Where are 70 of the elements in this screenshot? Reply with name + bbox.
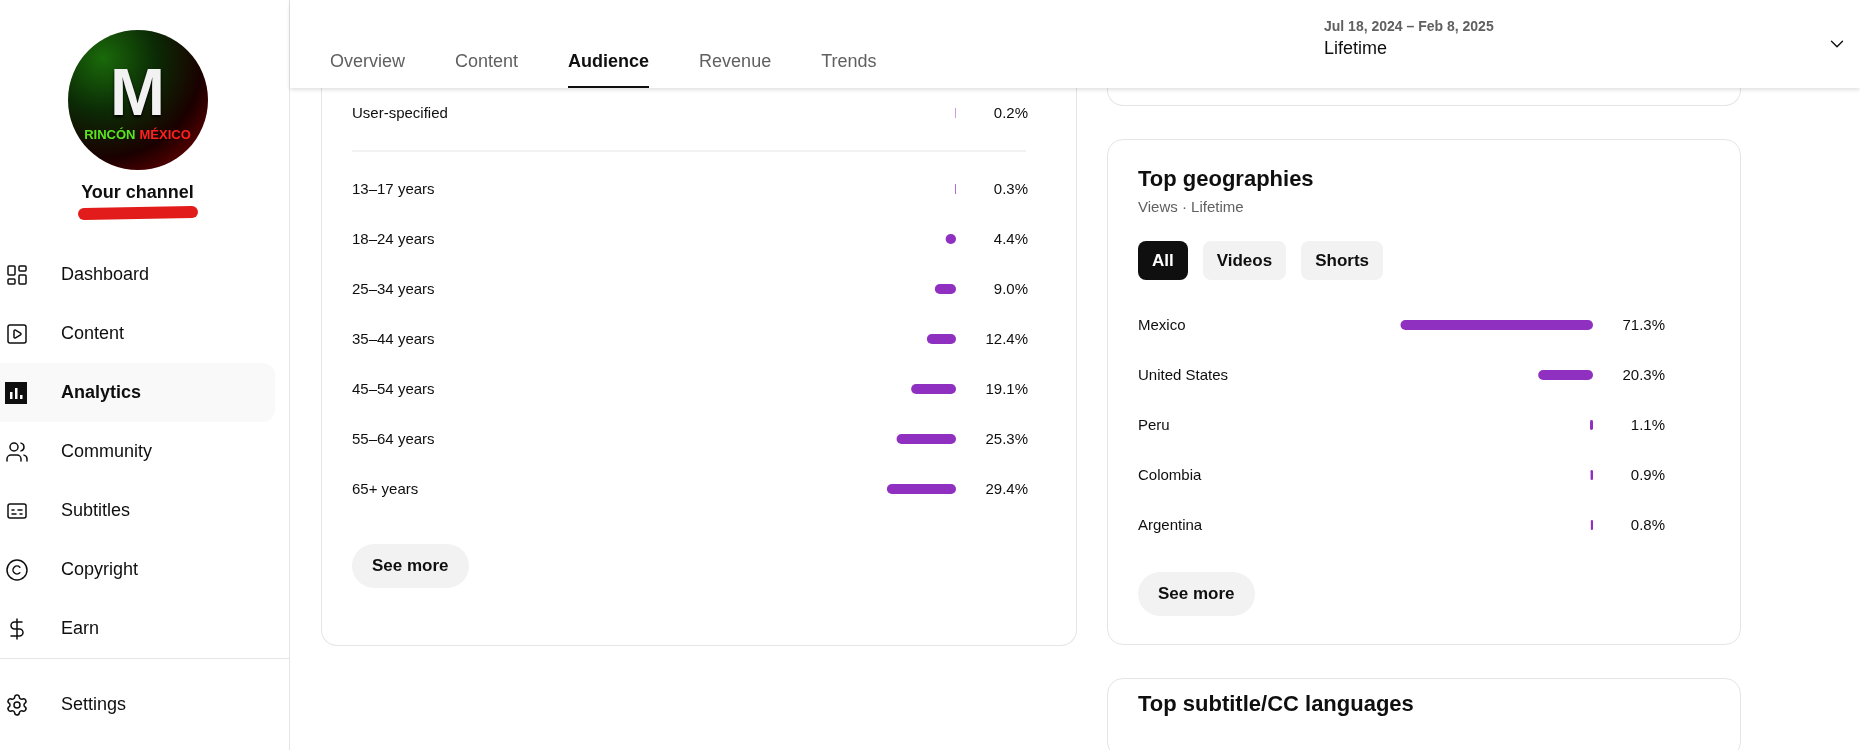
channel-logo[interactable]: M RINCÓN MÉXICO [67,30,208,170]
category-label: 45–54 years [352,380,435,397]
value-label: 0.8% [1630,516,1665,533]
nav-item[interactable]: Community [0,422,275,481]
bar-chart-icon [5,381,27,404]
category-label: Colombia [1138,466,1202,483]
category-label: 55–64 years [352,430,435,447]
bar [911,384,956,394]
category-label: United States [1138,366,1229,383]
value-label: 29.4% [985,480,1028,497]
card-title: Top geographies [1138,166,1315,192]
bar [1538,370,1593,380]
value-label: 0.9% [1630,466,1665,483]
settings-item[interactable]: Settings [0,674,275,735]
filter-chip[interactable]: All [1138,241,1188,280]
period-label: Lifetime [1324,37,1389,59]
value-label: 4.4% [993,230,1028,247]
value-label: 12.4% [985,330,1028,347]
nav-item[interactable]: Analytics [0,363,275,422]
category-label: 18–24 years [352,230,435,247]
dashboard-icon [5,262,29,287]
bar [896,434,956,444]
tab[interactable]: Trends [821,51,877,88]
card-subtitle: Views · Lifetime [1138,198,1245,215]
category-label: User-specified [352,104,448,121]
settings-icon [5,692,29,717]
logo-letter: M [110,58,165,125]
bar [1590,520,1593,530]
filter-chip[interactable]: Videos [1202,241,1287,280]
tab[interactable]: Audience [568,51,650,88]
value-label: 71.3% [1622,316,1665,333]
see-more-button[interactable]: See more [352,544,469,588]
value-label: 20.3% [1622,366,1665,383]
category-label: 65+ years [352,480,419,497]
bar [945,234,956,244]
value-label: 0.3% [993,180,1028,197]
copyright-icon [5,557,29,582]
tab[interactable]: Content [455,51,519,88]
bar [1590,420,1593,430]
date-range: Jul 18, 2024 – Feb 8, 2025 [1324,17,1495,34]
logo-word: MÉXICO [139,126,191,142]
bar [934,284,956,294]
tab[interactable]: Overview [330,51,405,88]
channel-label: Your channel [81,182,194,203]
nav-item[interactable]: Content [0,304,275,363]
category-label: Mexico [1138,316,1186,333]
see-more-button[interactable]: See more [1138,572,1255,616]
nav-item[interactable]: Earn [0,599,275,658]
nav-item[interactable]: Subtitles [0,481,275,540]
bar [926,334,956,344]
category-label: 25–34 years [352,280,435,297]
tab[interactable]: Revenue [699,51,772,88]
value-label: 0.2% [993,104,1028,121]
nav-item[interactable]: Dashboard [0,245,275,304]
value-label: 25.3% [985,430,1028,447]
category-label: 13–17 years [352,180,435,197]
category-label: Peru [1138,416,1170,433]
value-label: 9.0% [993,280,1028,297]
bar [886,484,956,494]
logo-word: RINCÓN [84,126,136,142]
value-label: 1.1% [1630,416,1665,433]
people-icon [5,439,29,464]
category-label: Argentina [1138,516,1203,533]
play-square-icon [5,321,29,346]
bar [1590,470,1593,480]
nav-item[interactable]: Copyright [0,540,275,599]
filter-chip[interactable]: Shorts [1301,241,1383,280]
card-title: Top subtitle/CC languages [1138,691,1414,716]
category-label: 35–44 years [352,330,435,347]
value-label: 19.1% [985,380,1028,397]
